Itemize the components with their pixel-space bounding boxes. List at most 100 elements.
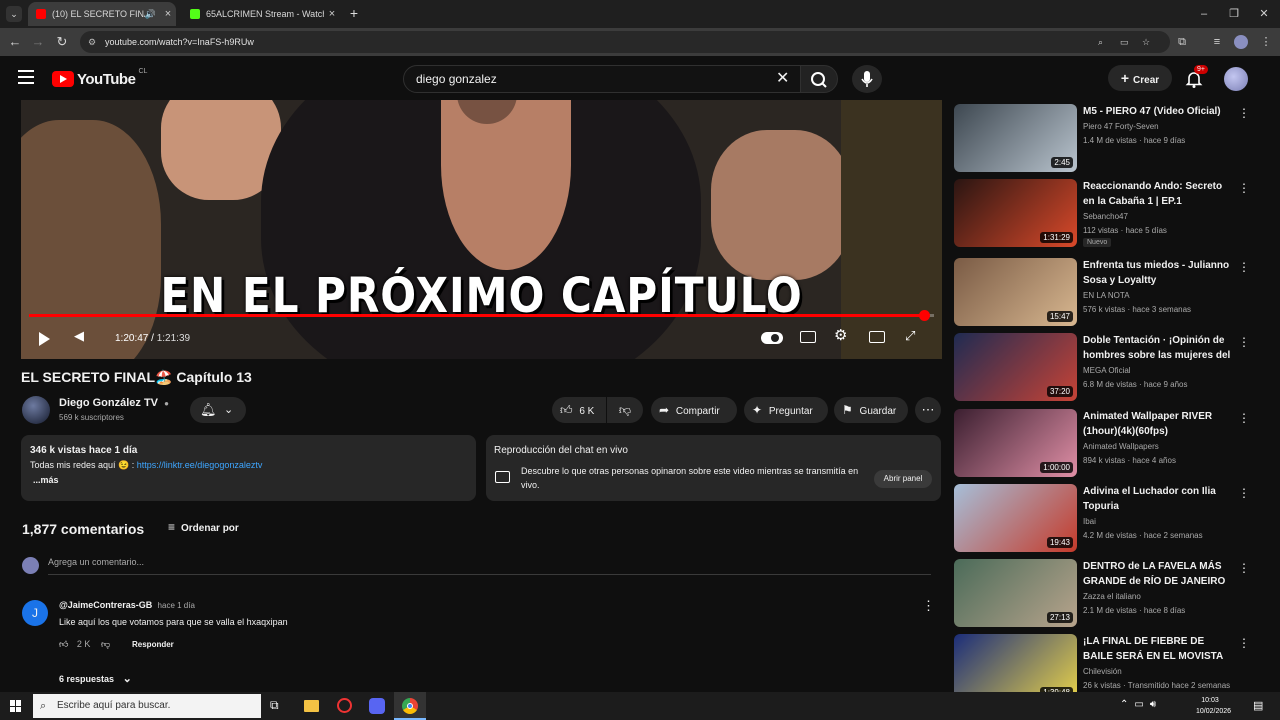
more-options-icon[interactable]: ⋮ [1238,636,1250,650]
more-options-icon[interactable]: ⋮ [1238,335,1250,349]
search-button[interactable] [800,65,838,93]
video-player[interactable]: EN EL PRÓXIMO CAPÍTULO ◀ 1:20:47 / 1:21:… [21,100,942,359]
video-thumbnail[interactable]: 2:45 [954,104,1077,172]
forward-arrow-icon[interactable]: → [28,32,48,52]
related-video-title[interactable]: M5 - PIERO 47 (Video Oficial) [1083,104,1233,119]
video-thumbnail[interactable]: 15:47 [954,258,1077,326]
close-tab-icon[interactable]: × [160,8,176,20]
taskbar-search-input[interactable]: ⌕ Escribe aquí para buscar. [33,694,261,718]
related-video-item[interactable]: 19:43 Adivina el Luchador con Ilia Topuri… [954,484,1254,552]
search-input[interactable]: diego gonzalez ✕ [403,65,801,93]
share-button[interactable]: ➦ Compartir [651,397,737,423]
comment-menu-icon[interactable]: ⋮ [922,598,935,614]
description-link[interactable]: https://linktr.ee/diegogonzaleztv [137,460,263,470]
site-info-icon[interactable]: ⚙ [88,31,96,53]
related-video-channel[interactable]: Ibai [1083,517,1096,526]
related-video-channel[interactable]: Zazza el italiano [1083,592,1141,601]
ask-button[interactable]: ✦ Preguntar [744,397,828,423]
autoplay-toggle[interactable] [761,332,783,344]
more-actions-button[interactable]: ⋯ [915,397,941,423]
related-video-item[interactable]: 1:31:29 Reaccionando Ando: Secreto en la … [954,179,1254,247]
related-video-channel[interactable]: EN LA NOTA [1083,291,1130,300]
play-button[interactable] [39,332,50,346]
more-options-icon[interactable]: ⋮ [1238,181,1250,195]
task-view-icon[interactable]: ⧉ [270,698,279,713]
profile-avatar[interactable] [1234,35,1248,49]
related-video-title[interactable]: Animated Wallpaper RIVER (1hour)(4k)(60f… [1083,409,1233,439]
video-thumbnail[interactable]: 1:00:00 [954,409,1077,477]
related-video-item[interactable]: 27:13 DENTRO de LA FAVELA MÁS GRANDE de R… [954,559,1254,627]
channel-name[interactable]: Diego González TV ● [59,397,169,409]
related-video-item[interactable]: 1:00:00 Animated Wallpaper RIVER (1hour)(… [954,409,1254,477]
miniplayer-icon[interactable] [869,331,885,343]
video-thumbnail[interactable]: 19:43 [954,484,1077,552]
close-window-icon[interactable]: ✕ [1250,4,1278,24]
related-video-channel[interactable]: Chilevisión [1083,667,1122,676]
open-panel-button[interactable]: Abrir panel [874,470,932,488]
related-video-title[interactable]: Enfrenta tus miedos - Julianno Sosa y Lo… [1083,258,1233,288]
clock[interactable]: 10:03 10/02/2026 [1196,695,1231,717]
notifications-button[interactable]: 9+ [1184,65,1208,89]
account-avatar[interactable] [1224,67,1248,91]
video-thumbnail[interactable]: 27:13 [954,559,1077,627]
zoom-icon[interactable]: ⌕ [1098,31,1103,53]
subscribed-bell-button[interactable]: 🔔︎ ⌄ [190,397,246,423]
video-thumbnail[interactable]: 1:31:29 [954,179,1077,247]
more-options-icon[interactable]: ⋮ [1238,411,1250,425]
windows-start-icon[interactable] [10,700,22,712]
related-video-item[interactable]: 2:45 M5 - PIERO 47 (Video Oficial) Piero 4… [954,104,1254,172]
related-video-item[interactable]: 15:47 Enfrenta tus miedos - Julianno Sosa… [954,258,1254,326]
add-comment-input[interactable]: Agrega un comentario... [48,557,931,575]
comment-author-avatar[interactable]: J [22,600,48,626]
comment-like-button[interactable]: 👍︎ 2 K [59,639,90,650]
voice-search-button[interactable] [852,65,882,93]
minimize-icon[interactable]: – [1190,4,1218,24]
comment-dislike-button[interactable]: 👎︎ [101,639,110,650]
video-thumbnail[interactable]: 37:20 [954,333,1077,401]
chrome-icon[interactable] [394,692,426,720]
progress-bar[interactable] [29,310,934,321]
subtitles-icon[interactable] [800,331,816,343]
fullscreen-icon[interactable]: ⤢ [905,328,915,344]
more-options-icon[interactable]: ⋮ [1238,486,1250,500]
save-button[interactable]: ⚑ Guardar [834,397,908,423]
app-icon[interactable] [337,698,352,713]
address-bar[interactable]: ⚙ youtube.com/watch?v=InaFS-h9RUw ⌕ ▭ ☆ [80,31,1170,53]
settings-gear-icon[interactable]: ⚙ [834,326,847,344]
reply-button[interactable]: Responder [132,640,174,649]
bookmark-star-icon[interactable]: ☆ [1142,31,1150,53]
clear-search-icon[interactable]: ✕ [776,66,789,92]
back-arrow-icon[interactable]: ← [5,32,25,52]
youtube-logo[interactable]: YouTube CL [52,68,147,88]
notification-center-icon[interactable]: ▤ [1253,699,1263,712]
related-video-title[interactable]: Adivina el Luchador con Ilia Topuria [1083,484,1233,514]
channel-avatar[interactable] [22,396,50,424]
extensions-icon[interactable]: ⧉ [1174,34,1190,50]
more-options-icon[interactable]: ⋮ [1238,106,1250,120]
media-controls-icon[interactable]: ≡ [1209,34,1225,50]
related-video-item[interactable]: 37:20 Doble Tentación · ¡Opinión de hombr… [954,333,1254,401]
comment-author[interactable]: @JaimeContreras-GB [59,600,152,610]
related-video-channel[interactable]: MEGA Oficial [1083,366,1131,375]
description-more[interactable]: ...más [33,475,59,485]
like-button[interactable]: 👍︎ 6 K [552,397,606,423]
discord-icon[interactable] [369,698,385,714]
file-explorer-icon[interactable] [304,700,319,712]
related-video-title[interactable]: ¡LA FINAL DE FIEBRE DE BAILE SERÁ EN EL … [1083,634,1233,664]
more-options-icon[interactable]: ⋮ [1238,561,1250,575]
volume-icon[interactable]: ◀ [74,328,84,344]
cast-icon[interactable]: ▭ [1120,31,1129,53]
related-video-title[interactable]: Reaccionando Ando: Secreto en la Cabaña … [1083,179,1233,209]
sort-button[interactable]: ≡ Ordenar por [168,520,239,534]
tab-youtube[interactable]: (10) EL SECRETO FINAL🏖️ C 🔊 × [28,2,176,26]
close-tab-icon[interactable]: × [324,8,340,20]
hamburger-menu-icon[interactable] [18,70,34,84]
replies-toggle[interactable]: 6 respuestas ⌄ [59,672,132,685]
browser-menu-icon[interactable]: ⋮ [1258,34,1274,50]
system-tray-icons[interactable]: ⌃▭🔊︎ [1120,699,1162,710]
related-video-channel[interactable]: Sebancho47 [1083,212,1128,221]
related-video-channel[interactable]: Animated Wallpapers [1083,442,1159,451]
restore-icon[interactable]: ❐ [1220,4,1248,24]
related-video-title[interactable]: DENTRO de LA FAVELA MÁS GRANDE de RÍO DE… [1083,559,1233,589]
related-video-title[interactable]: Doble Tentación · ¡Opinión de hombres so… [1083,333,1233,363]
